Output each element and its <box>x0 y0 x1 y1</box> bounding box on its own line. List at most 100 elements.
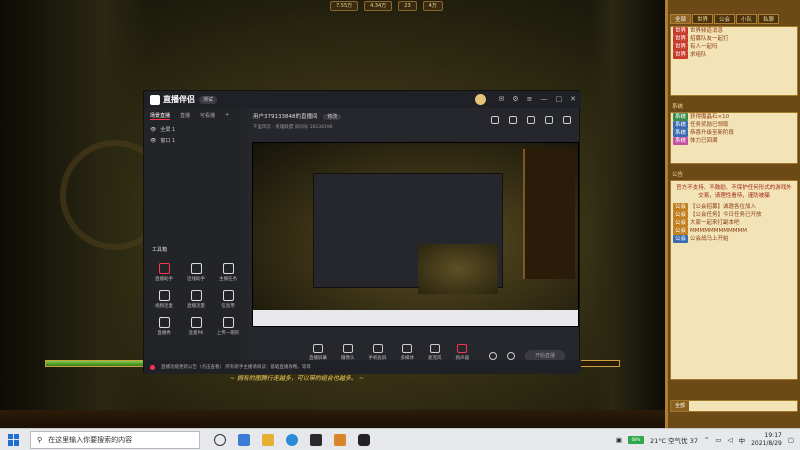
file-explorer-icon[interactable] <box>262 433 274 446</box>
user-avatar[interactable] <box>475 94 486 105</box>
message-text: 【公会招募】诚邀各位加入 <box>690 204 757 210</box>
volume-icon[interactable]: ◁ <box>728 436 733 444</box>
tab-watch[interactable]: 可看播 <box>200 112 215 120</box>
monitor-icon <box>313 344 323 353</box>
streaming-app-icon[interactable] <box>358 433 370 446</box>
info-icon <box>222 290 234 301</box>
scene-item[interactable]: 👁 全屏 1 <box>144 124 247 135</box>
menu-icon[interactable]: ≡ <box>527 95 533 103</box>
room-edit-tag[interactable]: 修改 <box>323 114 342 120</box>
battery-indicator[interactable]: 68% <box>628 436 644 444</box>
chat-tab-guild[interactable]: 公会 <box>714 14 736 24</box>
show-icon <box>158 317 170 328</box>
channel-tag: 世界 <box>673 43 689 51</box>
mode-icon[interactable] <box>507 352 515 360</box>
scene-tabs: 场景直播 直播 可看播 + <box>144 108 247 124</box>
system-chat-box[interactable]: 系统 获得魔晶石×10 系统 任务奖励已领取 系统 恭喜升级至新阶段 系统 体力已回满 <box>670 112 798 164</box>
chat-message: 系统 恭喜升级至新阶段 <box>671 129 797 137</box>
tool-label: 直播流量 <box>187 304 205 309</box>
eye-icon[interactable]: 👁 <box>150 127 156 133</box>
toolbox-grid: 直播助手 连线助手 主播任务 视频连麦 直播流量 信息用 直播秀 连麦PK 上传… <box>148 263 244 336</box>
chevron-up-icon[interactable]: ⌃ <box>704 436 709 444</box>
pk-icon <box>190 317 202 328</box>
chat-channel-select[interactable]: 全部 <box>671 401 689 411</box>
chat-input[interactable]: 全部 <box>670 400 798 412</box>
source-button[interactable]: 直播屏幕 <box>309 344 327 361</box>
tray-app-icon[interactable]: ▣ <box>616 436 622 444</box>
network-icon[interactable]: ▭ <box>715 436 721 444</box>
channel-tag: 系统 <box>673 121 689 129</box>
resource-gold: 7.55万 <box>330 1 359 11</box>
minimize-icon[interactable]: — <box>541 95 548 103</box>
scene-item[interactable]: 👁 窗口 1 <box>144 135 247 146</box>
guild-chat-box[interactable]: 官方不支持、不鼓励、不保护任何形式的游戏外交易，请理性看待，谨防被骗 公会 【公会… <box>670 180 798 380</box>
tool-item[interactable]: 直播流量 <box>180 290 212 309</box>
weather-text[interactable]: 21°C 空气优 37 <box>650 435 698 445</box>
shop-icon[interactable] <box>491 116 499 124</box>
windows-start-icon[interactable] <box>8 433 20 446</box>
message-text: 招募队友一起打 <box>690 36 729 42</box>
close-icon[interactable]: ✕ <box>570 95 576 103</box>
channel-tag: 世界 <box>673 35 689 43</box>
notification-icon[interactable]: ▢ <box>788 436 794 444</box>
notice-dot-icon <box>150 364 155 370</box>
tool-item[interactable]: 视频连麦 <box>148 290 180 309</box>
screen-icon[interactable] <box>527 116 535 124</box>
settings-icon[interactable]: ⚙ <box>512 95 518 103</box>
source-button[interactable]: 手机投屏 <box>369 344 387 361</box>
store-icon[interactable] <box>310 433 322 446</box>
tool-item[interactable]: 直播助手 <box>148 263 180 282</box>
source-button[interactable]: 扬声器 <box>456 344 469 361</box>
message-text: MMMMMMMMMMMM <box>690 228 747 234</box>
stream-preview[interactable] <box>252 142 579 327</box>
tool-label: 主播任务 <box>219 277 237 282</box>
maximize-icon[interactable]: □ <box>556 95 563 103</box>
share-icon[interactable] <box>563 116 571 124</box>
bell-icon[interactable] <box>545 116 553 124</box>
app-badge[interactable]: 测试 <box>199 95 218 104</box>
footer-notice[interactable]: 直播功能更新公告（点击查看） 所有新手主播请阅读：基础直播攻略，等等 <box>161 364 311 370</box>
chat-tab-private[interactable]: 私聊 <box>758 14 780 24</box>
lock-icon[interactable] <box>509 116 517 124</box>
app-titlebar[interactable]: 直播伴侣 测试 ✉ ⚙ ≡ — □ ✕ <box>144 91 581 108</box>
chat-tab-world[interactable]: 世界 <box>692 14 714 24</box>
tool-item[interactable]: 上传一期的 <box>212 317 244 336</box>
mail-app-icon[interactable] <box>238 433 250 446</box>
tool-item[interactable]: 直播秀 <box>148 317 180 336</box>
add-scene-icon[interactable]: + <box>225 112 229 120</box>
source-button[interactable]: 多媒体 <box>401 344 414 361</box>
taskbar-search[interactable]: ⚲ 在这里输入你要搜索的内容 <box>30 430 200 449</box>
tool-item[interactable]: 信息用 <box>212 290 244 309</box>
eye-icon[interactable]: 👁 <box>150 138 156 144</box>
channel-tag: 系统 <box>673 137 689 145</box>
chat-tab-all[interactable]: 全部 <box>670 14 692 24</box>
tool-item[interactable]: 主播任务 <box>212 263 244 282</box>
channel-tag: 系统 <box>673 129 689 137</box>
chat-message: 世界 求组队 <box>671 51 797 59</box>
app-footer: 直播功能更新公告（点击查看） 所有新手主播请阅读：基础直播攻略，等等 <box>144 360 581 374</box>
source-button[interactable]: 麦克风 <box>428 344 442 361</box>
chat-message: 公会 大家一起来打副本吧 <box>671 219 797 227</box>
edge-icon[interactable] <box>286 433 298 446</box>
message-text: 任务奖励已领取 <box>690 122 729 128</box>
mail-icon[interactable]: ✉ <box>498 95 504 103</box>
channel-tag: 世界 <box>673 27 689 35</box>
ime-icon[interactable]: 中 <box>739 435 746 445</box>
channel-tag: 世界 <box>673 51 689 59</box>
media-icon <box>402 344 413 353</box>
traffic-icon <box>190 290 202 301</box>
channel-tag: 系统 <box>673 113 689 121</box>
game-app-icon[interactable] <box>334 433 346 446</box>
chat-message: 系统 体力已回满 <box>671 137 797 145</box>
tab-scene-live[interactable]: 场景直播 <box>150 112 171 120</box>
source-button[interactable]: 摄像头 <box>341 344 355 361</box>
tool-item[interactable]: 连线助手 <box>180 263 212 282</box>
clock[interactable]: 19:17 2021/8/29 <box>751 432 782 448</box>
tool-item[interactable]: 连麦PK <box>180 317 212 336</box>
tab-live[interactable]: 直播 <box>180 112 190 120</box>
task-view-icon[interactable] <box>214 433 226 446</box>
chat-message: 系统 任务奖励已领取 <box>671 121 797 129</box>
chat-tab-team[interactable]: 小队 <box>736 14 758 24</box>
record-icon[interactable] <box>489 352 497 360</box>
world-chat-box[interactable]: 世界 世界频道消息 世界 招募队友一起打 世界 有人一起吗 世界 求组队 <box>670 26 798 96</box>
